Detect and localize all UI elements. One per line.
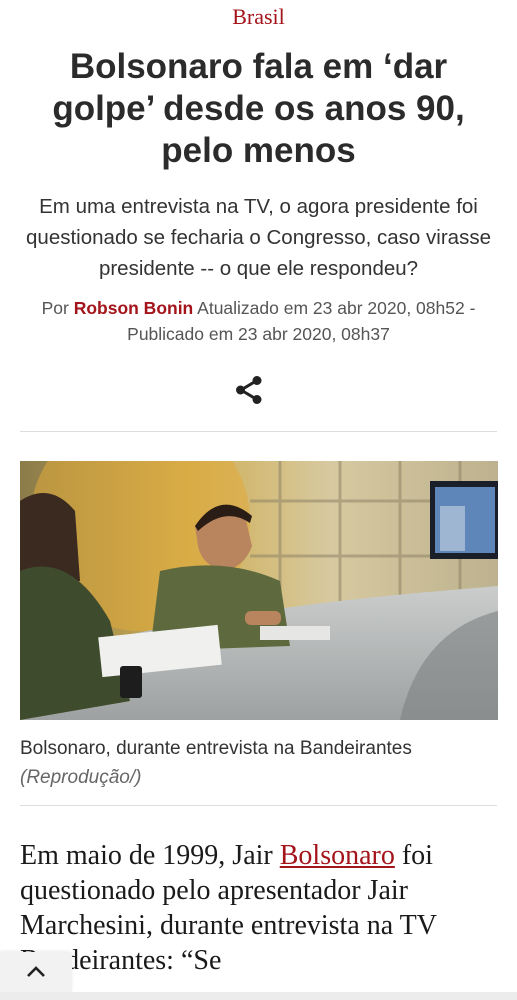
article-photo[interactable]	[20, 461, 498, 720]
photo-caption: Bolsonaro, durante entrevista na Bandeir…	[20, 734, 497, 792]
author-link[interactable]: Robson Bonin	[74, 298, 194, 318]
bolsonaro-link[interactable]: Bolsonaro	[280, 840, 395, 871]
section-label[interactable]: Brasil	[0, 4, 517, 30]
share-button[interactable]	[231, 372, 267, 408]
body-text-start: Em maio de 1999, Jair	[20, 840, 280, 871]
photo-credit: (Reprodução/)	[20, 767, 142, 788]
article-headline: Bolsonaro fala em ‘dar golpe’ desde os a…	[52, 47, 465, 170]
share-icon	[236, 376, 262, 404]
chevron-up-icon	[27, 966, 45, 977]
divider	[20, 431, 497, 432]
article-body: Em maio de 1999, Jair Bolsonaro foi ques…	[20, 838, 505, 978]
article-subtitle: Em uma entrevista na TV, o agora preside…	[26, 195, 491, 280]
byline-prefix: Por	[41, 298, 69, 318]
updated-date: Atualizado em 23 abr 2020, 08h52 -	[197, 298, 476, 318]
byline: Por Robson Bonin Atualizado em 23 abr 20…	[16, 295, 501, 347]
bottom-bar	[0, 992, 517, 1000]
published-date: Publicado em 23 abr 2020, 08h37	[127, 324, 390, 344]
divider	[20, 805, 497, 806]
caption-text: Bolsonaro, durante entrevista na Bandeir…	[20, 738, 412, 759]
back-to-top-button[interactable]	[0, 952, 72, 992]
photo-illustration	[20, 461, 498, 720]
